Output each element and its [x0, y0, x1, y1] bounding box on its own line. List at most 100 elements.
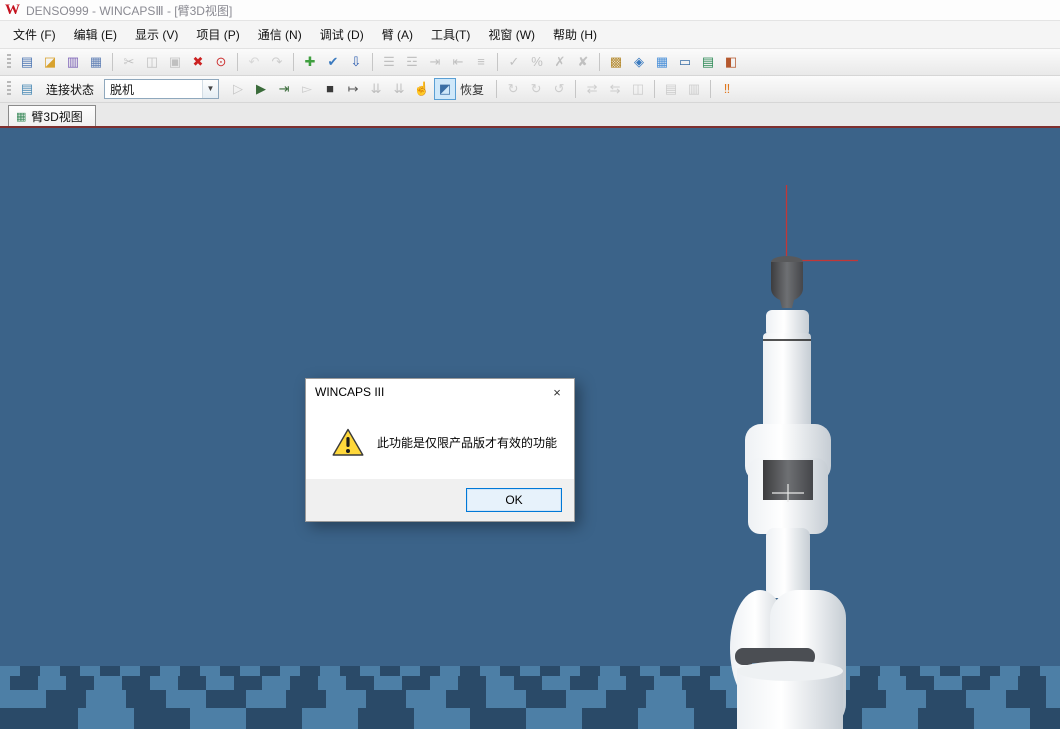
compare-data-icon[interactable]: ◫ [627, 78, 649, 100]
dialog-titlebar[interactable]: WINCAPS III × [306, 379, 574, 405]
toolbar-separator [654, 80, 655, 98]
cycle-stop-icon[interactable]: ↺ [548, 78, 570, 100]
format-align-icon[interactable]: ≡ [470, 51, 492, 73]
toolbar-separator [112, 53, 113, 71]
connection-state-value: 脱机 [105, 81, 202, 98]
titlebar: W DENSO999 - WINCAPSⅢ - [臂3D视图] [0, 0, 1060, 21]
comment-icon[interactable]: % [526, 51, 548, 73]
delete-icon[interactable]: ✖ [187, 51, 209, 73]
step-over-icon[interactable]: ↦ [342, 78, 364, 100]
insert-line-icon[interactable]: ☰ [378, 51, 400, 73]
error-check-icon[interactable]: ✘ [572, 51, 594, 73]
toolbar-separator [293, 53, 294, 71]
window-title: DENSO999 - WINCAPSⅢ - [臂3D视图] [26, 2, 232, 19]
debug-toolbar-pre-icons: ▤ [16, 78, 38, 100]
wincaps-window: { "titlebar": { "logo": "W", "title": "D… [0, 0, 1060, 729]
menu-project[interactable]: 项目 (P) [187, 21, 248, 48]
receive-data-icon[interactable]: ⇆ [604, 78, 626, 100]
indent-increase-icon[interactable]: ⇥ [424, 51, 446, 73]
options-icon[interactable]: ◧ [720, 51, 742, 73]
wincaps-dialog: WINCAPS III × 此功能是仅限产品版才有效的功能 OK [305, 378, 575, 522]
dialog-close-icon[interactable]: × [540, 379, 574, 405]
window-list-icon[interactable]: ▩ [605, 51, 627, 73]
monitor-b-icon[interactable]: ▥ [683, 78, 705, 100]
ok-button[interactable]: OK [466, 488, 562, 512]
menu-view[interactable]: 显示 (V) [126, 21, 187, 48]
syntax-check-icon[interactable]: ✓ [503, 51, 525, 73]
copy-icon[interactable]: ◫ [141, 51, 163, 73]
debug-toolbar-run-icons: ▷▶⇥▻■↦⇊⇊☝◩ [227, 78, 456, 100]
combo-dropdown-icon[interactable]: ▼ [202, 80, 218, 98]
menu-communication[interactable]: 通信 (N) [249, 21, 311, 48]
warning-icon [332, 428, 364, 457]
cycle-step-icon[interactable]: ↻ [525, 78, 547, 100]
save-icon[interactable]: ▦ [85, 51, 107, 73]
pan-hand-icon[interactable]: ☝ [411, 78, 433, 100]
connection-state-label: 连接状态 [46, 81, 94, 98]
open-run-icon[interactable]: ▷ [227, 78, 249, 100]
cycle-run-icon[interactable]: ↻ [502, 78, 524, 100]
tcp-crosshair-icon [786, 185, 858, 261]
new-project-icon[interactable]: ▤ [16, 51, 38, 73]
verify-check-icon[interactable]: ✔ [322, 51, 344, 73]
open-project-icon[interactable]: ◪ [39, 51, 61, 73]
clear-breakpoint-icon[interactable]: ⇊ [388, 78, 410, 100]
tab-arm-3d-view[interactable]: ▦ 臂3D视图 [8, 105, 96, 126]
step-run-icon[interactable]: ⇥ [273, 78, 295, 100]
stop-icon[interactable]: ■ [319, 78, 341, 100]
toolbar-separator [237, 53, 238, 71]
error-list-icon[interactable]: ‼ [716, 78, 738, 100]
delete-line-icon[interactable]: ☲ [401, 51, 423, 73]
set-breakpoint-icon[interactable]: ⇊ [365, 78, 387, 100]
toolbar-separator [710, 80, 711, 98]
run-to-cursor-icon[interactable]: ▻ [296, 78, 318, 100]
toolbar-grip[interactable] [7, 54, 11, 70]
toolbar-separator [599, 53, 600, 71]
indent-decrease-icon[interactable]: ⇤ [447, 51, 469, 73]
search-icon[interactable]: ⊙ [210, 51, 232, 73]
menu-arm[interactable]: 臂 (A) [373, 21, 422, 48]
source-program-icon[interactable]: ▤ [16, 78, 38, 100]
undo-icon[interactable]: ↶ [243, 51, 265, 73]
restore-label: 恢复 [460, 81, 484, 98]
connection-state-combo[interactable]: 脱机 ▼ [104, 79, 219, 99]
dialog-footer: OK [306, 479, 574, 521]
tab-label: 臂3D视图 [31, 108, 82, 125]
menu-file[interactable]: 文件 (F) [4, 21, 65, 48]
monitor-a-icon[interactable]: ▤ [660, 78, 682, 100]
toolbar-separator [497, 53, 498, 71]
restore-cursor-icon[interactable]: ◩ [434, 78, 456, 100]
toolbar-grip[interactable] [7, 81, 11, 97]
app-logo-icon: W [5, 3, 20, 18]
3d-view-icon: ▦ [16, 110, 26, 123]
menu-help[interactable]: 帮助 (H) [544, 21, 606, 48]
menu-tools[interactable]: 工具(T) [422, 21, 479, 48]
dialog-message: 此功能是仅限产品版才有效的功能 [377, 434, 557, 451]
play-icon[interactable]: ▶ [250, 78, 272, 100]
robot-upper-arm [763, 310, 811, 429]
log-window-icon[interactable]: ▤ [697, 51, 719, 73]
toolbar-separator [372, 53, 373, 71]
debug-toolbar-transfer-icons: ↻↻↺⇄⇆◫▤▥‼ [492, 78, 738, 100]
main-toolbar: ▤◪▥▦✂◫▣✖⊙↶↷✚✔⇩☰☲⇥⇤≡✓%✗✘▩◈▦▭▤◧ [0, 49, 1060, 76]
save-all-icon[interactable]: ▥ [62, 51, 84, 73]
robot-lower-arm [730, 590, 846, 729]
robot-wrist-joint [745, 424, 831, 598]
export-data-icon[interactable]: ⇩ [345, 51, 367, 73]
cut-icon[interactable]: ✂ [118, 51, 140, 73]
dialog-body: 此功能是仅限产品版才有效的功能 [306, 405, 574, 479]
paste-icon[interactable]: ▣ [164, 51, 186, 73]
menu-edit[interactable]: 编辑 (E) [65, 21, 126, 48]
menubar: 文件 (F)编辑 (E)显示 (V)项目 (P)通信 (N)调试 (D)臂 (A… [0, 21, 1060, 49]
calculator-icon[interactable]: ▦ [651, 51, 673, 73]
watch-window-icon[interactable]: ◈ [628, 51, 650, 73]
menu-debug[interactable]: 调试 (D) [311, 21, 373, 48]
uncomment-icon[interactable]: ✗ [549, 51, 571, 73]
send-data-icon[interactable]: ⇄ [581, 78, 603, 100]
menu-window[interactable]: 视窗 (W) [479, 21, 544, 48]
add-check-icon[interactable]: ✚ [299, 51, 321, 73]
document-tabbar: ▦ 臂3D视图 [0, 103, 1060, 126]
redo-icon[interactable]: ↷ [266, 51, 288, 73]
monitor-window-icon[interactable]: ▭ [674, 51, 696, 73]
debug-toolbar: ▤ 连接状态 脱机 ▼ ▷▶⇥▻■↦⇊⇊☝◩ 恢复 ↻↻↺⇄⇆◫▤▥‼ [0, 76, 1060, 103]
